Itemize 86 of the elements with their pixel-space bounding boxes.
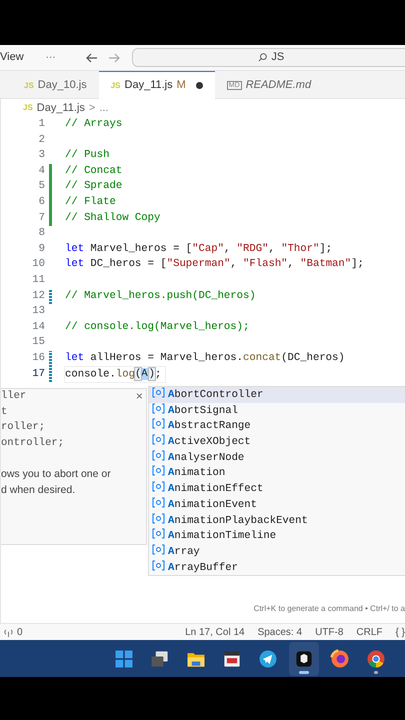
variable-icon xyxy=(152,418,165,430)
windows-start-icon xyxy=(113,648,135,670)
status-item[interactable]: { } xyxy=(396,624,405,640)
variable-icon xyxy=(152,402,165,414)
suggestion-item[interactable]: AnimationEffect xyxy=(149,481,405,497)
js-file-icon: JS xyxy=(23,102,33,114)
code-line: // Shallow Copy xyxy=(65,210,162,226)
breadcrumb-separator: > xyxy=(88,100,96,116)
breadcrumb-item[interactable]: Day_11.js xyxy=(36,100,85,116)
suggestion-item[interactable]: Array xyxy=(149,544,405,560)
suggestion-item[interactable]: AbstractRange xyxy=(149,418,405,434)
status-item[interactable]: CRLF xyxy=(356,624,383,640)
line-number: 16 xyxy=(31,350,45,366)
line-number: 3 xyxy=(38,148,45,164)
unsaved-dot-icon xyxy=(196,82,203,89)
line-number: 10 xyxy=(31,257,45,272)
paper-plane-icon xyxy=(257,648,279,670)
suggestion-item[interactable]: ActiveXObject xyxy=(149,434,405,450)
suggestion-item[interactable]: AnimationTimeline xyxy=(149,528,405,544)
suggestion-item[interactable]: AnalyserNode xyxy=(149,450,405,466)
variable-icon xyxy=(152,387,165,398)
variable-icon xyxy=(152,434,165,446)
hover-description-text: ows you to abort one or xyxy=(1,466,112,482)
editor-tab[interactable]: JS Day_11.js M xyxy=(98,71,215,99)
variable-icon xyxy=(152,528,165,540)
hover-description-text: d when desired. xyxy=(1,482,76,498)
line-number: 13 xyxy=(31,304,45,320)
line-number: 6 xyxy=(38,194,45,210)
line-number: 1 xyxy=(38,117,45,132)
line-number: 8 xyxy=(38,226,45,242)
code-line: // Marvel_heros.push(DC_heros) xyxy=(65,288,257,304)
code-line: let allHeros = Marvel_heros.concat(DC_heros) xyxy=(65,350,346,366)
variable-icon xyxy=(152,481,165,492)
hover-code-text: t xyxy=(1,404,8,420)
status-item[interactable]: UTF-8 xyxy=(315,624,344,640)
suggestion-item[interactable]: AbortController xyxy=(149,387,405,403)
code-line: // console.log(Marvel_heros); xyxy=(65,320,250,335)
taskbar-button[interactable] xyxy=(289,642,319,676)
status-item[interactable]: Spaces: 4 xyxy=(258,624,302,640)
menu-item[interactable]: View xyxy=(0,49,24,66)
suggestion-item[interactable]: AbortSignal xyxy=(149,402,405,418)
code-line: // Concat xyxy=(65,164,124,179)
antenna-icon xyxy=(4,628,13,636)
variable-icon xyxy=(152,496,165,508)
code-line: let DC_heros = ["Superman", "Flash", "Batman"]; xyxy=(65,257,365,272)
line-number: 2 xyxy=(38,132,45,148)
line-number: 15 xyxy=(31,335,45,350)
line-number: 7 xyxy=(38,210,45,226)
hover-code-text: ontroller; xyxy=(1,436,66,451)
hover-code-text: roller; xyxy=(1,420,46,436)
variable-icon xyxy=(152,512,165,524)
line-number: 9 xyxy=(38,242,45,257)
status-item[interactable]: Ln 17, Col 14 xyxy=(185,624,245,640)
ports-status[interactable]: 0 xyxy=(4,624,23,640)
line-number: 12 xyxy=(31,288,45,304)
js-file-icon: JS xyxy=(24,80,34,92)
variable-icon xyxy=(152,450,165,461)
suggestion-item[interactable]: ArrayBuffer xyxy=(149,560,405,576)
suggestion-item[interactable]: AnimationEvent xyxy=(149,496,405,512)
line-number: 5 xyxy=(38,179,45,194)
search-icon xyxy=(258,53,268,62)
code-line: let Marvel_heros = ["Cap", "RDG", "Thor"]; xyxy=(65,242,334,257)
fox-globe-icon xyxy=(329,648,351,670)
line-number: 14 xyxy=(31,320,45,335)
variable-icon xyxy=(152,465,165,476)
hover-code-text: ller xyxy=(1,389,28,404)
line-number: 17 xyxy=(31,366,45,382)
suggestion-item[interactable]: Animation xyxy=(149,465,405,482)
js-file-icon: JS xyxy=(110,80,121,92)
hint-text: Ctrl+K to generate a command • Ctrl+/ to a xyxy=(254,603,405,615)
browser-icon xyxy=(365,648,387,670)
variable-icon xyxy=(152,544,165,555)
breadcrumb-item[interactable]: ... xyxy=(99,100,109,116)
close-button[interactable]: × xyxy=(136,391,143,403)
line-number: 11 xyxy=(31,272,45,288)
code-line: // Arrays xyxy=(65,117,124,132)
code-line: // Flate xyxy=(65,194,117,210)
more-button[interactable]: ··· xyxy=(46,50,56,65)
variable-icon xyxy=(152,560,165,571)
line-number: 4 xyxy=(38,164,45,179)
back-arrow-icon[interactable] xyxy=(86,52,98,62)
search-field[interactable]: JS xyxy=(132,48,405,67)
editor-tab[interactable]: JS Day_10.js xyxy=(12,71,99,99)
suggestion-item[interactable]: AnimationPlaybackEvent xyxy=(149,512,405,528)
code-line: // Push xyxy=(65,148,111,164)
code-line: // Sprade xyxy=(65,179,124,194)
